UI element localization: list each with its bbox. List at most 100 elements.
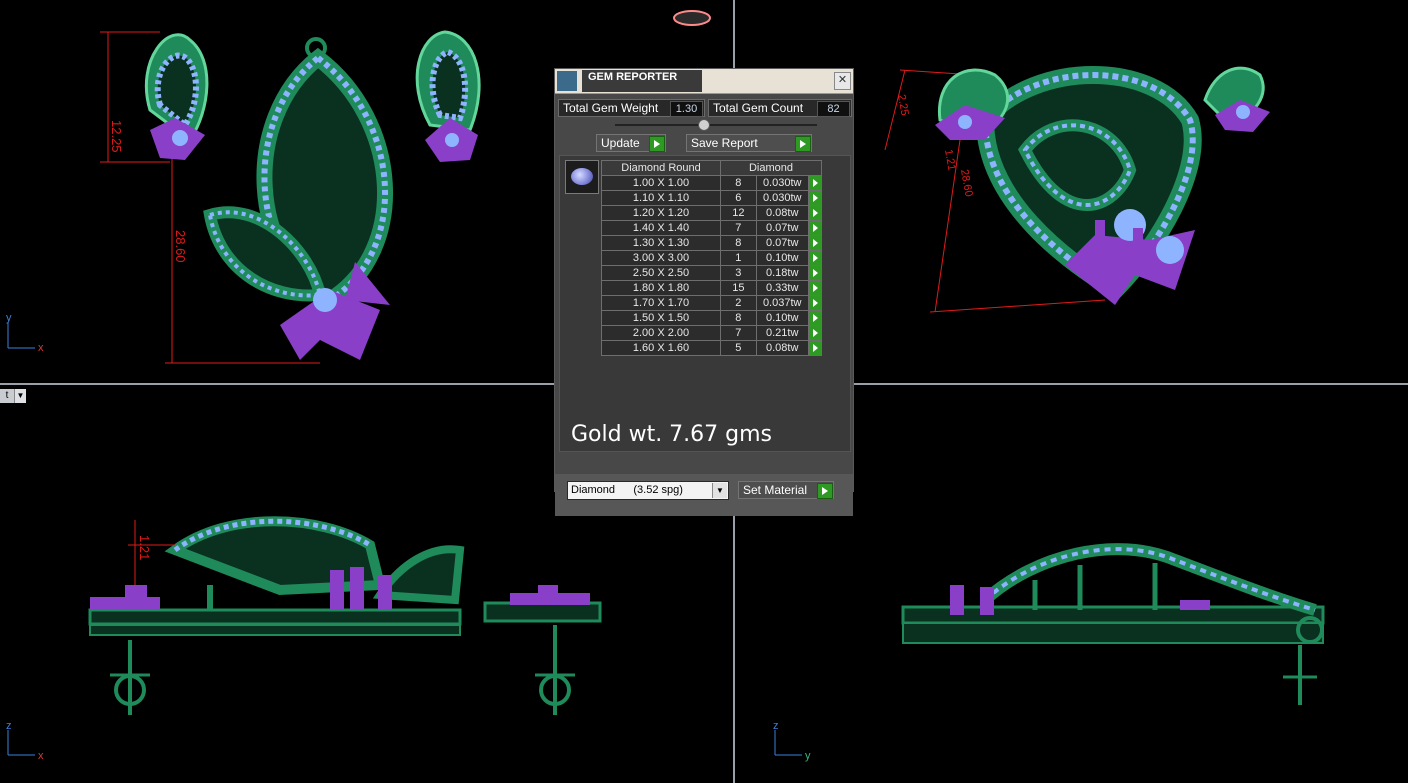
table-row[interactable]: 1.80 X 1.80 15 0.33tw	[601, 280, 823, 296]
gem-count-cell: 5	[720, 340, 757, 356]
axis-x-label: x	[38, 342, 44, 354]
gem-reporter-dialog: GEM REPORTER ✕ Total Gem Weight 1.30 Tot…	[554, 68, 854, 516]
gem-count-cell: 7	[720, 220, 757, 236]
row-select-arrow-icon[interactable]	[807, 220, 823, 236]
row-select-arrow-icon[interactable]	[807, 205, 823, 221]
material-dropdown[interactable]: Diamond (3.52 spg) ▼	[567, 481, 729, 500]
gem-count-cell: 8	[720, 310, 757, 326]
table-row[interactable]: 2.50 X 2.50 3 0.18tw	[601, 265, 823, 281]
gem-size-cell: 1.00 X 1.00	[601, 175, 721, 191]
gem-table: Diamond Round Diamond 1.00 X 1.00 8 0.030t…	[601, 160, 823, 356]
play-arrow-icon	[795, 136, 811, 152]
gem-table-panel: Diamond Round Diamond 1.00 X 1.00 8 0.030t…	[559, 155, 851, 452]
row-select-arrow-icon[interactable]	[807, 295, 823, 311]
dialog-body: Total Gem Weight 1.30 Total Gem Count 82…	[555, 94, 853, 516]
viewport-name-label[interactable]: t	[0, 389, 14, 403]
table-row[interactable]: 2.00 X 2.00 7 0.21tw	[601, 325, 823, 341]
gem-size-cell: 2.00 X 2.00	[601, 325, 721, 341]
total-gem-count: Total Gem Count 82	[708, 99, 852, 117]
save-report-button-label: Save Report	[691, 136, 758, 150]
material-bar: Diamond (3.52 spg) ▼ Set Material	[555, 474, 853, 516]
pendant-perspective	[975, 66, 1202, 305]
table-row[interactable]: 1.20 X 1.20 12 0.08tw	[601, 205, 823, 221]
gold-weight-annotation: Gold wt. 7.67 gms	[571, 422, 773, 447]
row-select-arrow-icon[interactable]	[807, 310, 823, 326]
gem-count-cell: 1	[720, 250, 757, 266]
total-gem-count-value: 82	[817, 101, 850, 117]
dimension-thickness: 1.21	[137, 535, 152, 560]
row-select-arrow-icon[interactable]	[807, 235, 823, 251]
gem-size-cell: 2.50 X 2.50	[601, 265, 721, 281]
chevron-down-icon[interactable]: ▼	[712, 483, 727, 498]
set-material-button-label: Set Material	[743, 483, 808, 497]
gem-weight-cell: 0.08tw	[755, 340, 809, 356]
panel-splitter[interactable]	[615, 124, 817, 126]
viewport-menu-chevron-icon[interactable]: ▼	[14, 389, 26, 403]
dialog-titlebar[interactable]: GEM REPORTER ✕	[555, 69, 853, 94]
gem-weight-cell: 0.037tw	[755, 295, 809, 311]
total-gem-weight: Total Gem Weight 1.30	[558, 99, 705, 117]
dimension-pendant-height: 28.60	[958, 168, 975, 197]
gem-size-cell: 3.00 X 3.00	[601, 250, 721, 266]
gem-weight-cell: 0.21tw	[755, 325, 809, 341]
gem-weight-cell: 0.08tw	[755, 205, 809, 221]
dimension-pendant-height: 28.60	[173, 230, 188, 263]
gem-report-icon	[557, 71, 577, 91]
play-arrow-icon	[817, 483, 833, 499]
pendant-front	[203, 37, 394, 360]
gem-count-cell: 6	[720, 190, 757, 206]
total-gem-weight-value: 1.30	[670, 101, 703, 117]
gem-count-cell: 7	[720, 325, 757, 341]
table-row[interactable]: 1.30 X 1.30 8 0.07tw	[601, 235, 823, 251]
row-select-arrow-icon[interactable]	[807, 280, 823, 296]
earring-left-front	[144, 33, 209, 160]
earring-side	[483, 585, 602, 715]
gem-weight-cell: 0.030tw	[755, 175, 809, 191]
close-icon[interactable]: ✕	[834, 72, 851, 90]
save-report-button[interactable]: Save Report	[686, 134, 812, 152]
row-select-arrow-icon[interactable]	[807, 190, 823, 206]
table-row[interactable]: 1.50 X 1.50 8 0.10tw	[601, 310, 823, 326]
pendant-right-side	[901, 543, 1325, 705]
update-button-label: Update	[601, 136, 640, 150]
update-button[interactable]: Update	[596, 134, 666, 152]
gem-weight-cell: 0.07tw	[755, 220, 809, 236]
earring-right-perspective	[1203, 66, 1270, 132]
total-gem-weight-label: Total Gem Weight	[563, 101, 659, 115]
table-row[interactable]: 1.70 X 1.70 2 0.037tw	[601, 295, 823, 311]
gem-size-cell: 1.70 X 1.70	[601, 295, 721, 311]
table-row[interactable]: 1.40 X 1.40 7 0.07tw	[601, 220, 823, 236]
gem-size-cell: 1.60 X 1.60	[601, 340, 721, 356]
axis-y-label: y	[805, 750, 811, 762]
diamond-round-thumbnail[interactable]	[565, 160, 599, 194]
gem-weight-cell: 0.030tw	[755, 190, 809, 206]
gem-weight-cell: 0.33tw	[755, 280, 809, 296]
row-select-arrow-icon[interactable]	[807, 250, 823, 266]
gem-count-cell: 8	[720, 175, 757, 191]
gem-count-cell: 12	[720, 205, 757, 221]
gem-count-cell: 15	[720, 280, 757, 296]
row-select-arrow-icon[interactable]	[807, 325, 823, 341]
axis-z-label: z	[773, 720, 779, 732]
gem-size-cell: 1.80 X 1.80	[601, 280, 721, 296]
table-row[interactable]: 3.00 X 3.00 1 0.10tw	[601, 250, 823, 266]
diamond-gem-icon	[571, 168, 593, 185]
total-gem-count-label: Total Gem Count	[713, 101, 804, 115]
set-material-button[interactable]: Set Material	[738, 481, 834, 499]
gem-count-cell: 2	[720, 295, 757, 311]
table-row[interactable]: 1.60 X 1.60 5 0.08tw	[601, 340, 823, 356]
panel-splitter-handle[interactable]	[698, 119, 710, 131]
table-row[interactable]: 1.00 X 1.00 8 0.030tw	[601, 175, 823, 191]
gem-size-cell: 1.50 X 1.50	[601, 310, 721, 326]
row-select-arrow-icon[interactable]	[807, 175, 823, 191]
axis-x-label: x	[38, 750, 44, 762]
table-row[interactable]: 1.10 X 1.10 6 0.030tw	[601, 190, 823, 206]
material-dropdown-value: Diamond (3.52 spg)	[571, 484, 683, 496]
row-select-arrow-icon[interactable]	[807, 340, 823, 356]
gem-size-cell: 1.30 X 1.30	[601, 235, 721, 251]
dimension-small: 1.21	[942, 148, 958, 171]
gem-count-cell: 8	[720, 235, 757, 251]
gem-size-cell: 1.10 X 1.10	[601, 190, 721, 206]
gem-weight-cell: 0.10tw	[755, 250, 809, 266]
row-select-arrow-icon[interactable]	[807, 265, 823, 281]
